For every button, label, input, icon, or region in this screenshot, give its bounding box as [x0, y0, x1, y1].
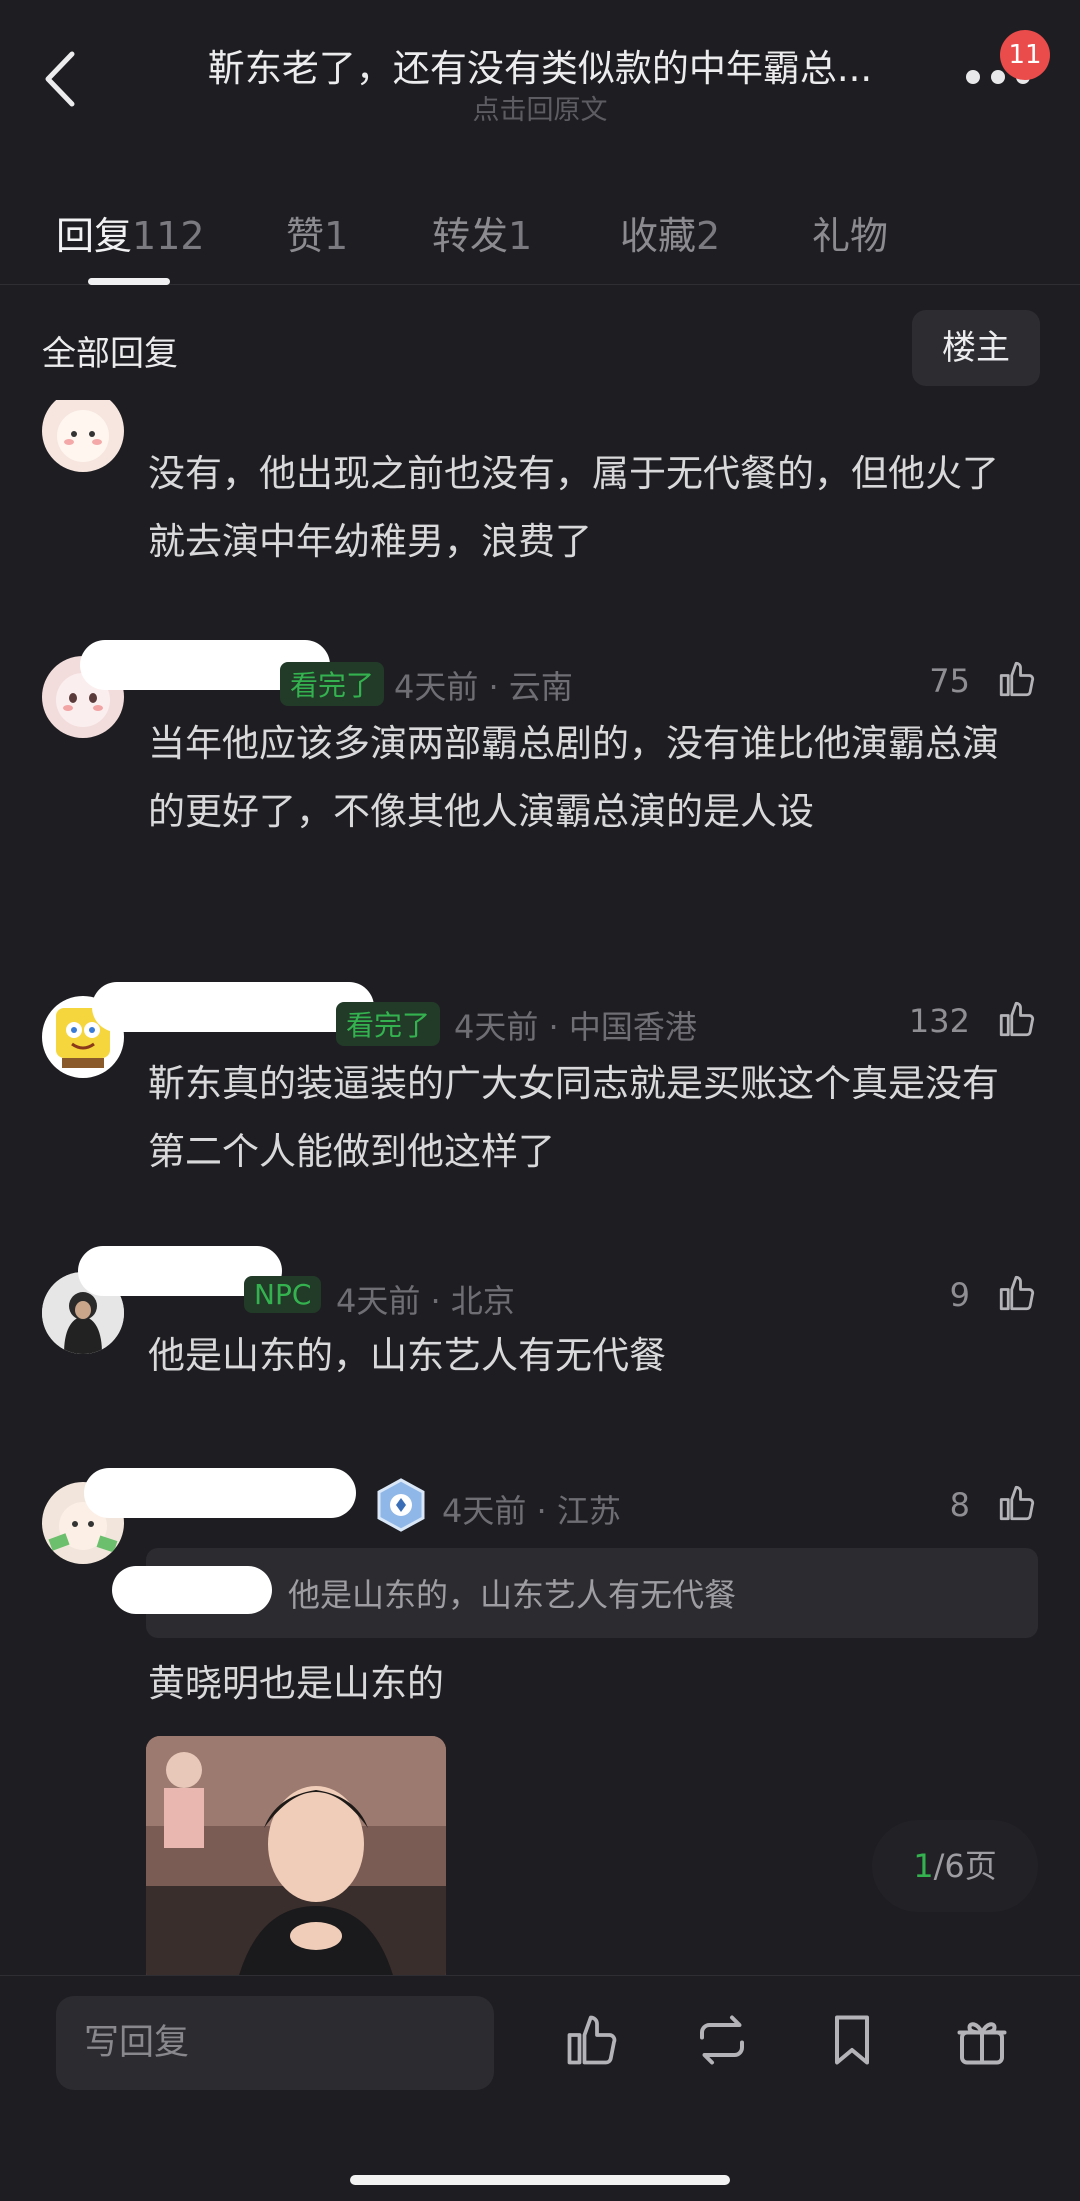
like-count: 75: [929, 662, 970, 700]
user-tag: 看完了: [336, 1002, 441, 1046]
comment-meta: 4天前 · 北京: [336, 1282, 515, 1320]
tab-count: 1: [324, 214, 349, 258]
bottom-action-bar: 写回复: [0, 1975, 1080, 2201]
redacted-username: [84, 1468, 356, 1518]
comment-image[interactable]: [146, 1736, 446, 1975]
comment-text: 靳东真的装逼装的广大女同志就是买账这个真是没有第二个人能做到他这样了: [148, 1062, 999, 1173]
tab-label: 收藏: [620, 214, 697, 258]
top-bar: 靳东老了，还有没有类似款的中年霸总... 点击回原文 11: [0, 0, 1080, 190]
back-to-original-link[interactable]: 点击回原文: [0, 88, 1080, 127]
comment-meta: 4天前 · 中国香港: [454, 1008, 697, 1046]
thumbs-up-icon[interactable]: [996, 1482, 1038, 1524]
section-title: 全部回复: [42, 334, 178, 374]
tab-gifts[interactable]: 礼物: [812, 205, 888, 260]
comment-text: 黄晓明也是山东的: [148, 1662, 444, 1705]
comment-meta: 4天前 · 江苏: [442, 1492, 621, 1530]
gift-icon[interactable]: [952, 2010, 1012, 2070]
active-tab-indicator: [88, 278, 170, 285]
comment-meta: 4天前 · 云南: [394, 668, 573, 706]
redacted-username: [92, 982, 374, 1032]
like-count: 132: [908, 1002, 970, 1040]
total-pages: /6页: [933, 1847, 997, 1885]
avatar[interactable]: [42, 400, 124, 472]
current-page: 1: [913, 1847, 934, 1885]
comment-text: 没有，他出现之前也没有，属于无代餐的，但他火了就去演中年幼稚男，浪费了: [148, 452, 999, 563]
thumbs-up-icon[interactable]: [996, 1272, 1038, 1314]
bookmark-icon[interactable]: [822, 2010, 882, 2070]
tab-label: 转发: [432, 214, 509, 258]
tab-count: 1: [508, 214, 533, 258]
redacted-username: [112, 1566, 272, 1614]
user-tag: NPC: [244, 1276, 322, 1313]
user-tag: 看完了: [280, 662, 385, 706]
like-icon[interactable]: [562, 2010, 622, 2070]
tab-replies[interactable]: 回复112: [56, 205, 205, 260]
tab-count: 2: [696, 214, 721, 258]
home-indicator: [350, 2175, 730, 2185]
like-count: 9: [949, 1276, 970, 1314]
tab-reposts[interactable]: 转发1: [432, 205, 532, 260]
comment-text: 他是山东的，山东艺人有无代餐: [148, 1334, 666, 1377]
notification-badge: 11: [1000, 30, 1050, 80]
tab-count: 112: [132, 214, 205, 258]
comment-text: 当年他应该多演两部霸总剧的，没有谁比他演霸总演的更好了，不像其他人演霸总演的是人…: [148, 722, 999, 833]
post-title[interactable]: 靳东老了，还有没有类似款的中年霸总...: [150, 38, 930, 92]
thumbs-up-icon[interactable]: [996, 998, 1038, 1040]
tab-bar: 回复112 赞1 转发1 收藏2 礼物: [0, 195, 1080, 285]
tab-label: 赞: [286, 214, 325, 258]
tab-label: 回复: [56, 214, 133, 258]
medal-icon: [376, 1478, 426, 1532]
reply-input[interactable]: 写回复: [56, 1996, 494, 2090]
like-count: 8: [949, 1486, 970, 1524]
quoted-reply[interactable]: 他是山东的，山东艺人有无代餐: [112, 1548, 1038, 1638]
repost-icon[interactable]: [692, 2010, 752, 2070]
host-only-button[interactable]: 楼主: [912, 310, 1040, 386]
page-indicator[interactable]: 1/6页: [872, 1820, 1038, 1912]
tab-favorites[interactable]: 收藏2: [620, 205, 720, 260]
comment-list: 没有，他出现之前也没有，属于无代餐的，但他火了就去演中年幼稚男，浪费了 看完了 …: [0, 400, 1080, 1975]
tab-label: 礼物: [812, 214, 889, 258]
thumbs-up-icon[interactable]: [996, 658, 1038, 700]
tab-likes[interactable]: 赞1: [286, 205, 348, 260]
quoted-text: 他是山东的，山东艺人有无代餐: [288, 1576, 737, 1614]
